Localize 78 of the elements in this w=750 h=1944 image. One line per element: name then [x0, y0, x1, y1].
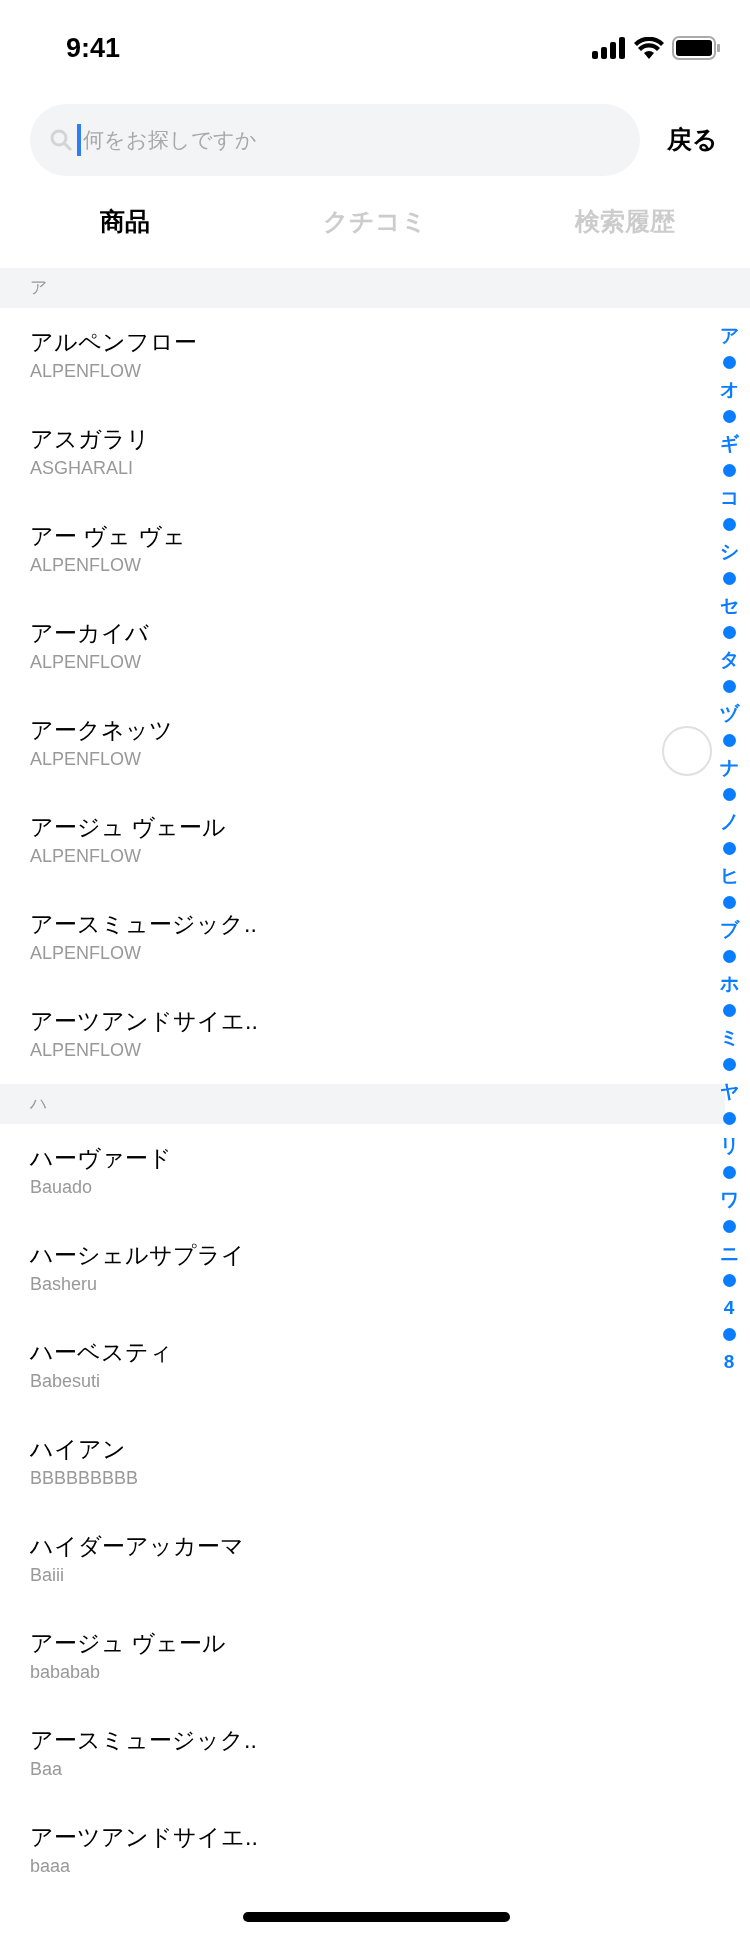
index-letter[interactable]: 4 — [723, 1294, 735, 1321]
index-letter[interactable]: コ — [719, 484, 739, 511]
scroll-indicator — [662, 726, 712, 776]
index-letter[interactable]: ヅ — [719, 700, 739, 727]
battery-icon — [672, 36, 720, 60]
item-subtitle: Basheru — [30, 1273, 98, 1296]
list-item[interactable]: アースミュージック.. Baa — [0, 1706, 650, 1803]
tab[interactable]: 商品 — [100, 203, 150, 241]
index-letter[interactable]: ニ — [719, 1240, 739, 1267]
list-item[interactable]: アークネッツ ALPENFLOW — [0, 696, 650, 793]
list-item[interactable]: ハーシェルサプライ Basheru — [0, 1221, 650, 1318]
status-time: 9:41 — [66, 31, 121, 65]
list-item[interactable]: ハーベスティ Babesuti — [0, 1318, 650, 1415]
section-header: ア — [0, 268, 750, 308]
item-subtitle: ALPENFLOW — [30, 554, 142, 577]
list-item[interactable]: ハイダーアッカーマ Baiii — [0, 1512, 650, 1609]
item-name: アー ヴェ ヴェ — [30, 522, 186, 551]
back-button[interactable]: 戻る — [667, 121, 718, 159]
item-subtitle: Bauado — [30, 1176, 93, 1199]
index-letter[interactable]: ノ — [719, 808, 739, 835]
index-letter[interactable]: リ — [719, 1132, 739, 1159]
item-name: アージュ ヴェール — [30, 813, 227, 842]
item-subtitle: bababab — [30, 1661, 101, 1684]
index-letter[interactable]: ワ — [719, 1186, 739, 1213]
item-subtitle: Baiii — [30, 1564, 64, 1587]
item-name: ハーベスティ — [30, 1338, 173, 1367]
item-name: アースミュージック.. — [30, 1726, 257, 1755]
index-letter[interactable]: セ — [719, 592, 739, 619]
item-subtitle: BBBBBBBBB — [30, 1467, 139, 1490]
search-placeholder: 何をお探しですか — [83, 127, 257, 154]
index-letter[interactable]: ホ — [719, 970, 739, 997]
index-letter[interactable]: オ — [719, 376, 739, 403]
list-item[interactable]: ハーヴァード Bauado — [0, 1124, 650, 1221]
item-name: アーツアンドサイエ.. — [30, 1823, 258, 1852]
list-item[interactable]: アスガラリ ASGHARALI — [0, 405, 650, 502]
index-letter[interactable]: ア — [719, 322, 739, 349]
list-item[interactable]: ハイアン BBBBBBBBB — [0, 1415, 650, 1512]
list-item[interactable]: アージュ ヴェール ALPENFLOW — [0, 793, 650, 890]
item-subtitle: ASGHARALI — [30, 457, 134, 480]
item-name: アージュ ヴェール — [30, 1629, 227, 1658]
search-field[interactable]: 何をお探しですか — [30, 104, 640, 176]
item-name: ハイアン — [30, 1435, 126, 1464]
item-name: ハーシェルサプライ — [30, 1241, 245, 1270]
index-letter[interactable]: ギ — [719, 430, 739, 457]
index-letter[interactable]: ブ — [719, 916, 739, 943]
list-item[interactable]: アーツアンドサイエ.. ALPENFLOW — [0, 987, 650, 1084]
item-name: アルペンフロー — [30, 328, 197, 357]
item-name: アーツアンドサイエ.. — [30, 1007, 258, 1036]
item-name: ハイダーアッカーマ — [30, 1532, 244, 1561]
list-item[interactable]: アルペンフロー ALPENFLOW — [0, 308, 650, 405]
item-name: ハーヴァード — [30, 1144, 172, 1173]
wifi-icon — [634, 37, 664, 59]
item-name: アスガラリ — [30, 425, 150, 454]
item-subtitle: ALPENFLOW — [30, 651, 142, 674]
list-item[interactable]: アースミュージック.. ALPENFLOW — [0, 890, 650, 987]
list-item[interactable]: アーカイバ ALPENFLOW — [0, 599, 650, 696]
list-item[interactable]: アーツアンドサイエ.. baaa — [0, 1803, 650, 1900]
item-subtitle: ALPENFLOW — [30, 942, 142, 965]
item-subtitle: ALPENFLOW — [30, 360, 142, 383]
item-subtitle: ALPENFLOW — [30, 748, 142, 771]
index-letter[interactable]: タ — [719, 646, 739, 673]
item-subtitle: Baa — [30, 1758, 63, 1781]
index-letter[interactable]: ミ — [719, 1024, 739, 1051]
index-letter[interactable]: 8 — [723, 1348, 735, 1375]
index-letter[interactable]: シ — [719, 538, 739, 565]
index-letter[interactable]: ヒ — [719, 862, 739, 889]
item-subtitle: ALPENFLOW — [30, 1039, 142, 1062]
list-item[interactable]: アージュ ヴェール bababab — [0, 1609, 650, 1706]
item-name: アーカイバ — [30, 619, 149, 648]
item-subtitle: baaa — [30, 1855, 71, 1878]
item-name: アークネッツ — [30, 716, 173, 745]
list-item[interactable]: アー ヴェ ヴェ ALPENFLOW — [0, 502, 650, 599]
signal-icon — [592, 37, 626, 59]
search-icon — [50, 129, 72, 151]
item-subtitle: Babesuti — [30, 1370, 101, 1393]
item-name: アースミュージック.. — [30, 910, 257, 939]
index-letter[interactable]: ナ — [719, 754, 739, 781]
item-subtitle: ALPENFLOW — [30, 845, 142, 868]
